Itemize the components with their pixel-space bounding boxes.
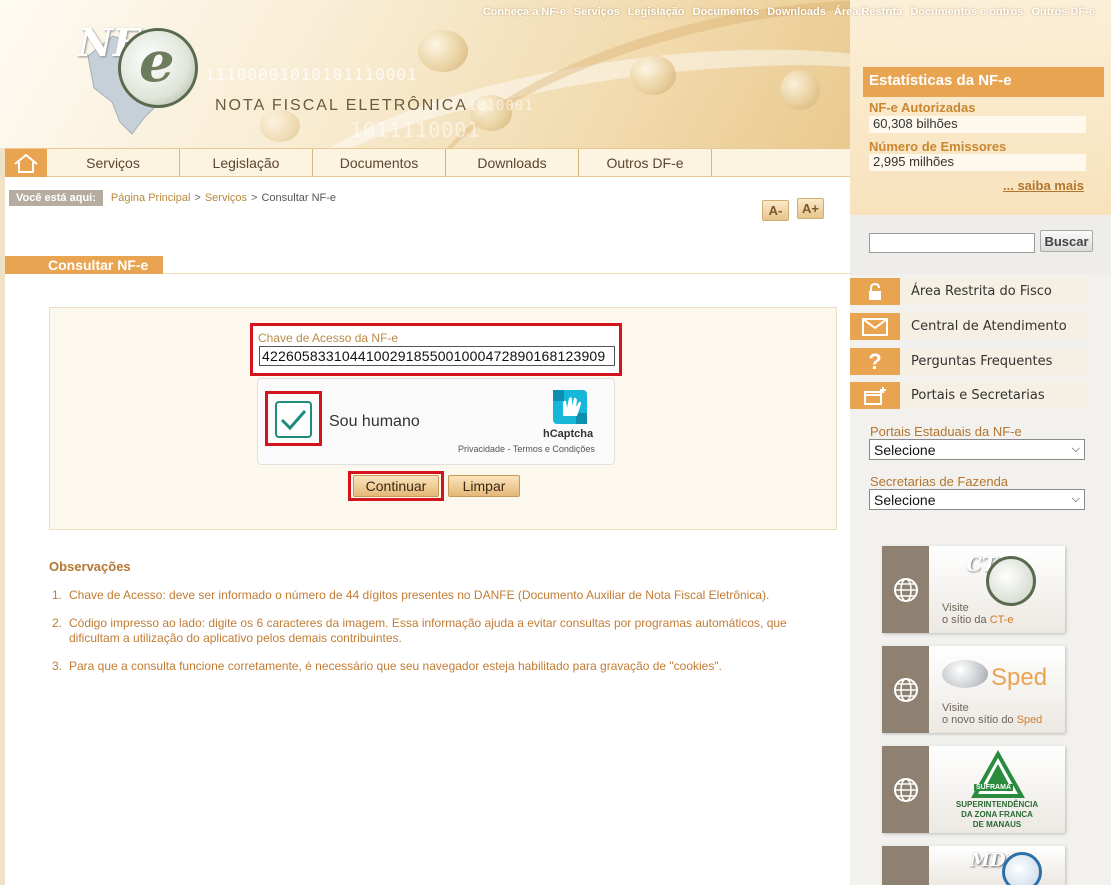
window-plus-icon xyxy=(864,386,886,405)
nav-documentos[interactable]: Documentos xyxy=(313,149,446,177)
topnav-conheca[interactable]: Conheça a NF-e xyxy=(479,6,570,18)
sidebar-item-area-restrita[interactable]: Área Restrita do Fisco xyxy=(850,278,1090,305)
breadcrumb-label: Você está aqui: xyxy=(9,190,103,206)
topnav-downloads[interactable]: Downloads xyxy=(763,6,830,18)
observations-list: 1. Chave de Acesso: deve ser informado o … xyxy=(52,588,792,687)
nav-outros-dfe[interactable]: Outros DF-e xyxy=(579,149,712,177)
cte-banner[interactable]: CT Visite o sítio da CT-e xyxy=(882,546,1065,633)
nav-servicos[interactable]: Serviços xyxy=(47,149,180,177)
topnav-legislacao[interactable]: Legislação xyxy=(624,6,689,18)
treasury-select[interactable]: Selecione ⌵ xyxy=(869,489,1085,510)
sped-banner[interactable]: Sped Visite o novo sítio do Sped xyxy=(882,646,1065,733)
list-item: 2. Código impresso ao lado: digite os 6 c… xyxy=(52,616,787,645)
authorized-label: NF-e Autorizadas xyxy=(869,100,976,115)
breadcrumb-home-link[interactable]: Página Principal xyxy=(111,192,191,204)
sidebar-item-perguntas[interactable]: ? Perguntas Frequentes xyxy=(850,348,1090,375)
sidebar-item-portais[interactable]: Portais e Secretarias xyxy=(850,382,1090,409)
nav-legislacao[interactable]: Legislação xyxy=(180,149,313,177)
sped-logo: Sped xyxy=(991,664,1048,691)
globe-icon xyxy=(893,577,918,602)
chevron-down-icon: ⌵ xyxy=(1071,493,1080,505)
topnav-area-restrita[interactable]: Área Restrita xyxy=(830,6,906,18)
breadcrumb-current: Consultar NF-e xyxy=(261,192,337,204)
issuers-label: Número de Emissores xyxy=(869,139,1007,154)
binary-decoration: 11100001010101110001 xyxy=(205,65,418,84)
topnav-outros-dfe[interactable]: Outros DF-e xyxy=(1027,6,1099,18)
top-navigation: Conheça a NF-e Serviços Legislação Docum… xyxy=(479,6,1099,18)
mdfe-banner[interactable]: MDF xyxy=(882,846,1065,885)
cte-globe-icon xyxy=(986,556,1036,606)
title-divider xyxy=(163,273,850,274)
globe-icon xyxy=(893,777,918,802)
page-title: Consultar NF-e xyxy=(48,257,149,273)
breadcrumb-services-link[interactable]: Serviços xyxy=(205,192,247,204)
observations-title: Observações xyxy=(49,559,131,574)
sidebar: Estatísticas da NF-e NF-e Autorizadas 60… xyxy=(850,0,1111,885)
captcha-label: Sou humano xyxy=(329,413,420,430)
state-portals-select[interactable]: Selecione ⌵ xyxy=(869,439,1085,460)
envelope-icon xyxy=(862,317,888,336)
clear-button[interactable]: Limpar xyxy=(448,475,520,497)
mdfe-globe-icon xyxy=(1002,852,1042,885)
access-key-highlight: Chave de Acesso da NF-e xyxy=(250,323,622,376)
authorized-value: 60,308 bilhões xyxy=(869,116,1086,133)
treasury-label: Secretarias de Fazenda xyxy=(870,474,1009,489)
suframa-triangle-icon xyxy=(971,750,1025,798)
suframa-logo: SUFRAMA xyxy=(974,784,1013,791)
search-button[interactable]: Buscar xyxy=(1040,230,1093,252)
chevron-down-icon: ⌵ xyxy=(1071,443,1080,455)
topnav-documentos-outros[interactable]: Documentos e outros xyxy=(906,6,1027,18)
question-icon: ? xyxy=(868,348,882,374)
lock-icon xyxy=(869,282,881,300)
captcha-checkbox[interactable] xyxy=(275,401,312,438)
hcaptcha-logo-icon xyxy=(553,390,587,424)
home-button[interactable] xyxy=(5,149,47,177)
logo-subtitle: NOTA FISCAL ELETRÔNICA xyxy=(215,97,468,114)
sped-sphere-icon xyxy=(942,660,988,688)
list-item: 3. Para que a consulta funcione corretame… xyxy=(52,659,722,673)
checkmark-icon xyxy=(280,410,307,431)
binary-decoration: 1011110001 xyxy=(350,118,481,142)
logo-e-globe: e xyxy=(118,28,198,108)
font-decrease-button[interactable]: A- xyxy=(762,200,789,221)
home-icon xyxy=(14,153,38,173)
state-portals-label: Portais Estaduais da NF-e xyxy=(870,424,1022,439)
globe-icon xyxy=(893,677,918,702)
access-key-label: Chave de Acesso da NF-e xyxy=(258,331,399,345)
issuers-value: 2,995 milhões xyxy=(869,154,1086,171)
saiba-mais-link[interactable]: ... saiba mais xyxy=(1003,178,1084,193)
access-key-input[interactable] xyxy=(259,346,615,366)
topnav-documentos[interactable]: Documentos xyxy=(689,6,764,18)
font-increase-button[interactable]: A+ xyxy=(797,198,824,219)
header-banner: 11100001010101110001 1011110001 01111010… xyxy=(0,0,850,148)
breadcrumb: Você está aqui: Página Principal > Servi… xyxy=(9,190,336,206)
topnav-servicos[interactable]: Serviços xyxy=(570,6,624,18)
sidebar-item-central-atendimento[interactable]: Central de Atendimento xyxy=(850,313,1090,340)
continue-button[interactable]: Continuar xyxy=(353,475,439,497)
hcaptcha-privacy-links[interactable]: Privacidade - Termos e Condições xyxy=(458,444,595,454)
hcaptcha-brand: hCaptcha xyxy=(543,428,594,440)
nav-downloads[interactable]: Downloads xyxy=(446,149,579,177)
main-navigation: Serviços Legislação Documentos Downloads… xyxy=(5,148,850,177)
suframa-banner[interactable]: SUFRAMA SUPERINTENDÊNCIA DA ZONA FRANCA … xyxy=(882,746,1065,833)
search-input[interactable] xyxy=(869,233,1035,253)
stats-title: Estatísticas da NF-e xyxy=(863,67,1104,97)
list-item: 1. Chave de Acesso: deve ser informado o … xyxy=(52,588,770,602)
